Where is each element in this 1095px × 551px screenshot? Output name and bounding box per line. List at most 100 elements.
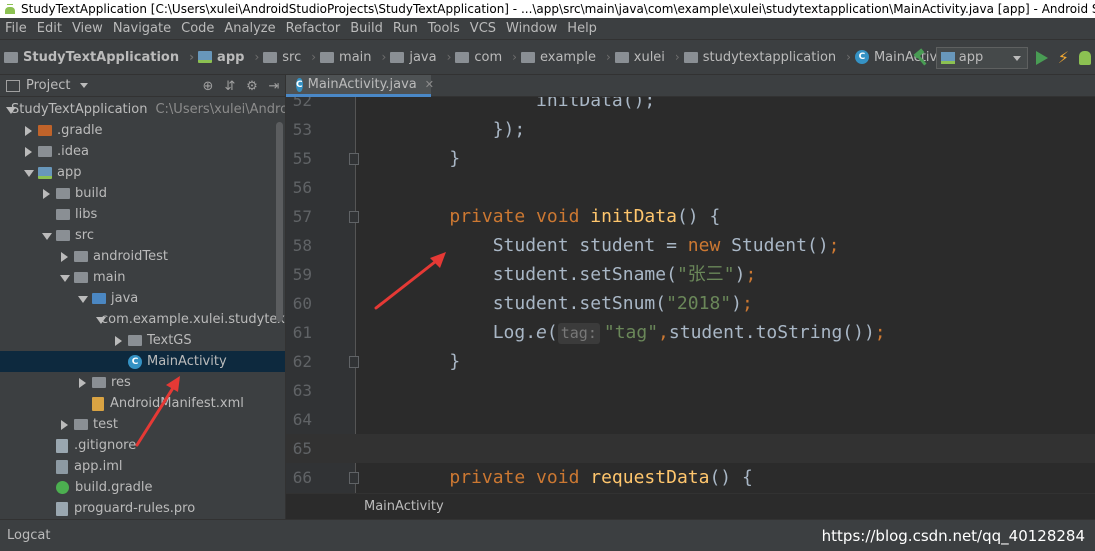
tab-mainactivity-java[interactable]: C MainActivity.java ✕ (286, 75, 434, 97)
tree-item-res[interactable]: res (0, 372, 285, 393)
breadcrumb-item-xulei[interactable]: › xulei (602, 46, 671, 68)
code-line[interactable]: 59 student.setSname("张三"); (286, 260, 1095, 289)
expanded-arrow-icon[interactable] (40, 229, 54, 243)
breadcrumb-item-app[interactable]: › app (185, 46, 250, 68)
tree-item-textgs[interactable]: TextGS (0, 330, 285, 351)
menu-item-help[interactable]: Help (562, 18, 602, 40)
expanded-arrow-icon[interactable] (58, 271, 72, 285)
menu-item-code[interactable]: Code (176, 18, 219, 40)
fold-marker-icon[interactable] (349, 211, 359, 223)
expanded-arrow-icon[interactable] (22, 166, 36, 180)
tree-item-androidtest[interactable]: androidTest (0, 246, 285, 267)
breadcrumb-item-src[interactable]: › src (250, 46, 307, 68)
menu-item-build[interactable]: Build (345, 18, 388, 40)
apply-changes-icon[interactable]: ⚡ (1058, 48, 1069, 67)
collapse-all-icon[interactable]: ⇵ (219, 79, 241, 94)
run-configuration-select[interactable]: app (935, 46, 1028, 69)
code-line[interactable]: 65 (286, 434, 1095, 463)
breadcrumb-item-example[interactable]: › example (508, 46, 602, 68)
hide-panel-icon[interactable]: ⇥ (263, 79, 285, 94)
class-icon: C (854, 50, 869, 64)
breadcrumb-item-java[interactable]: › java (378, 46, 443, 68)
tree-item-studytextapplication[interactable]: StudyTextApplication C:\Users\xulei\Andro (0, 99, 285, 120)
tree-item-androidmanifest-xml[interactable]: AndroidManifest.xml (0, 393, 285, 414)
code-token: ; (745, 264, 757, 285)
menu-bar: File Edit View Navigate Code Analyze Refactor B… (0, 18, 1095, 40)
build-hammer-icon[interactable] (912, 49, 930, 67)
tree-item-gradle[interactable]: .gradle (0, 120, 285, 141)
collapsed-arrow-icon[interactable] (22, 124, 36, 138)
breadcrumb-item-com[interactable]: › com (443, 46, 509, 68)
menu-item-tools[interactable]: Tools (423, 18, 465, 40)
scroll-from-source-icon[interactable]: ⊕ (197, 79, 219, 94)
tree-item-com-example-xulei-studytextapplication[interactable]: com.example.xulei.studytextapplication (0, 309, 285, 330)
tree-item-gitignore[interactable]: .gitignore (0, 435, 285, 456)
line-number: 57 (292, 207, 312, 226)
menu-item-window[interactable]: Window (501, 18, 562, 40)
tree-item-label: StudyTextApplication (11, 102, 148, 117)
code-area[interactable]: 52 initData(); 53 }); 55 } 56 57 private voi… (286, 97, 1095, 493)
breadcrumb-item-main[interactable]: › main (307, 46, 377, 68)
project-view-select[interactable]: Project (26, 78, 70, 93)
code-line[interactable]: 62 } (286, 347, 1095, 376)
folder-icon (263, 51, 278, 63)
collapsed-arrow-icon[interactable] (76, 376, 90, 390)
menu-item-edit[interactable]: Edit (32, 18, 67, 40)
close-icon[interactable]: ✕ (425, 78, 434, 91)
menu-item-vcs[interactable]: VCS (465, 18, 501, 40)
menu-item-refactor[interactable]: Refactor (281, 18, 346, 40)
folder-icon (38, 146, 52, 157)
tree-item-java[interactable]: java (0, 288, 285, 309)
android-device-icon[interactable] (1079, 50, 1091, 65)
tree-item-app[interactable]: app (0, 162, 285, 183)
tree-item-src[interactable]: src (0, 225, 285, 246)
menu-item-navigate[interactable]: Navigate (108, 18, 176, 40)
tree-item-build-gradle[interactable]: build.gradle (0, 477, 285, 498)
code-line[interactable]: 53 }); (286, 115, 1095, 144)
code-line[interactable]: 61 Log.e(tag: "tag",student.toString()); (286, 318, 1095, 347)
code-text: Student student = new Student(); (406, 231, 840, 260)
project-tree-scrollbar[interactable] (276, 122, 283, 322)
xml-file-icon (92, 396, 104, 411)
editor-breadcrumb-footer[interactable]: MainActivity (286, 493, 1095, 519)
breadcrumb-item-studytextapplication[interactable]: › studytextapplication (671, 46, 842, 68)
code-line[interactable]: 58 Student student = new Student(); (286, 231, 1095, 260)
fold-marker-icon[interactable] (349, 153, 359, 165)
tree-item-main[interactable]: main (0, 267, 285, 288)
line-number: 62 (292, 352, 312, 371)
breadcrumb-item-studytextapplication[interactable]: StudyTextApplication (0, 46, 185, 68)
code-line[interactable]: 63 (286, 376, 1095, 405)
code-line[interactable]: 55 } (286, 144, 1095, 173)
menu-item-run[interactable]: Run (388, 18, 423, 40)
tree-item-test[interactable]: test (0, 414, 285, 435)
tree-item-label: build (75, 186, 107, 201)
code-line[interactable]: 57 private void initData() { (286, 202, 1095, 231)
settings-gear-icon[interactable]: ⚙ (241, 79, 263, 94)
collapsed-arrow-icon[interactable] (58, 250, 72, 264)
tree-item-app-iml[interactable]: app.iml (0, 456, 285, 477)
collapsed-arrow-icon[interactable] (40, 187, 54, 201)
code-line[interactable]: 66 private void requestData() { (286, 463, 1095, 492)
menu-item-analyze[interactable]: Analyze (219, 18, 280, 40)
collapsed-arrow-icon[interactable] (58, 418, 72, 432)
expanded-arrow-icon[interactable] (76, 292, 90, 306)
menu-item-view[interactable]: View (67, 18, 108, 40)
tree-item-build[interactable]: build (0, 183, 285, 204)
tree-item-mainactivity[interactable]: C MainActivity (0, 351, 285, 372)
run-icon[interactable] (1035, 50, 1048, 65)
collapsed-arrow-icon[interactable] (22, 145, 36, 159)
tree-item-libs[interactable]: libs (0, 204, 285, 225)
logcat-tool-button[interactable]: Logcat (7, 528, 50, 543)
menu-item-file[interactable]: File (0, 18, 32, 40)
code-line[interactable]: 60 student.setSnum("2018"); (286, 289, 1095, 318)
code-line[interactable]: 56 (286, 173, 1095, 202)
tree-item-idea[interactable]: .idea (0, 141, 285, 162)
tree-item-proguard-rules-pro[interactable]: proguard-rules.pro (0, 498, 285, 519)
fold-marker-icon[interactable] (349, 356, 359, 368)
collapsed-arrow-icon[interactable] (112, 334, 126, 348)
code-token: ) (734, 264, 746, 285)
chevron-down-icon[interactable] (80, 83, 89, 88)
code-line[interactable]: 64 (286, 405, 1095, 434)
fold-marker-icon[interactable] (349, 472, 359, 484)
code-line[interactable]: 52 initData(); (286, 97, 1095, 115)
